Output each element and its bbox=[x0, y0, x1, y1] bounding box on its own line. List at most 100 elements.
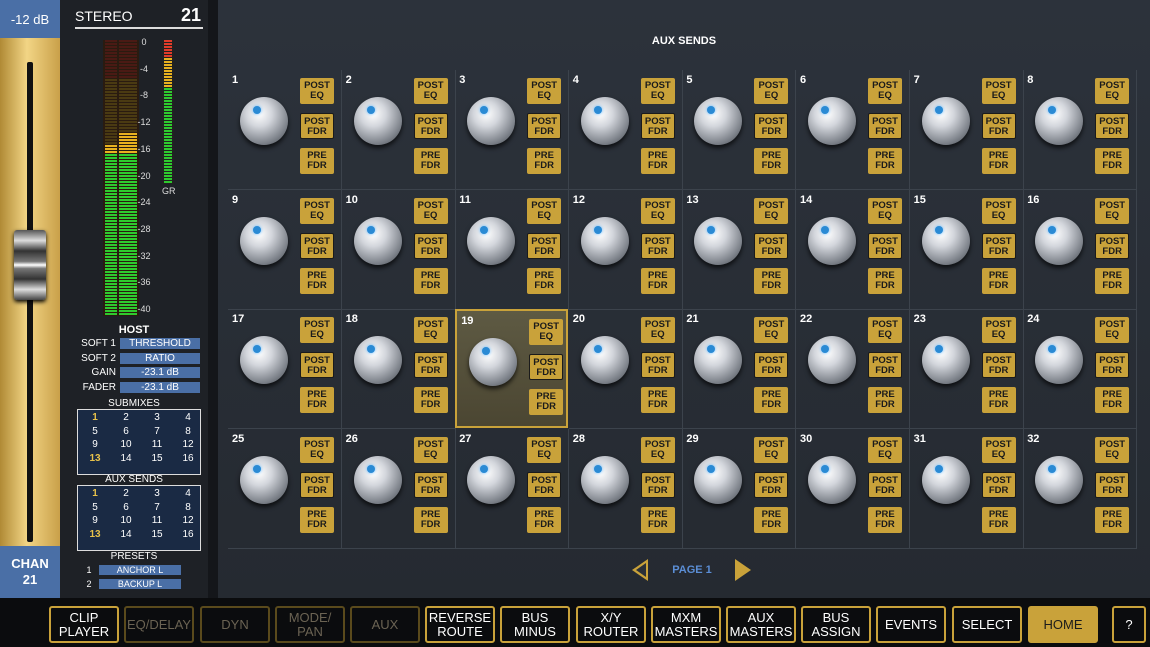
send-mode-button[interactable]: POST FDR bbox=[754, 352, 789, 378]
send-mode-button[interactable]: POST EQ bbox=[868, 317, 902, 343]
aux-send-cell[interactable]: 16 POST EQ POST FDR PRE FDR bbox=[1023, 189, 1138, 310]
send-mode-button[interactable]: POST EQ bbox=[1095, 436, 1130, 463]
nav-button[interactable]: BUS MINUS bbox=[500, 606, 570, 643]
send-mode-button[interactable]: POST FDR bbox=[1095, 232, 1130, 259]
grid-cell-11[interactable]: 11 bbox=[142, 439, 172, 452]
nav-button[interactable]: AUX MASTERS bbox=[726, 606, 796, 643]
send-mode-button[interactable]: POST FDR bbox=[754, 232, 789, 259]
preset-row[interactable]: 1 ANCHOR L bbox=[84, 565, 184, 577]
grid-cell-5[interactable]: 5 bbox=[80, 502, 110, 515]
send-mode-button[interactable]: PRE FDR bbox=[640, 148, 675, 174]
nav-button[interactable]: MODE/PAN bbox=[275, 606, 345, 643]
send-level-knob[interactable] bbox=[921, 455, 970, 504]
grid-cell-9[interactable]: 9 bbox=[80, 515, 110, 528]
send-mode-button[interactable]: POST EQ bbox=[981, 436, 1016, 463]
aux-send-cell[interactable]: 9 POST EQ POST FDR PRE FDR bbox=[228, 189, 342, 310]
send-mode-button[interactable]: POST EQ bbox=[640, 197, 675, 224]
grid-cell-12[interactable]: 12 bbox=[173, 439, 203, 452]
send-mode-button[interactable]: POST FDR bbox=[981, 471, 1016, 498]
send-mode-button[interactable]: POST FDR bbox=[640, 113, 675, 139]
send-mode-button[interactable]: PRE FDR bbox=[868, 387, 902, 413]
send-mode-button[interactable]: POST FDR bbox=[981, 352, 1016, 378]
send-mode-button[interactable]: PRE FDR bbox=[527, 148, 562, 174]
aux-send-cell[interactable]: 31 POST EQ POST FDR PRE FDR bbox=[909, 428, 1024, 549]
nav-button[interactable]: ? bbox=[1112, 606, 1146, 643]
send-mode-button[interactable]: POST FDR bbox=[1095, 352, 1130, 378]
send-mode-button[interactable]: POST FDR bbox=[527, 113, 562, 139]
grid-cell-9[interactable]: 9 bbox=[80, 439, 110, 452]
send-level-knob[interactable] bbox=[467, 97, 516, 145]
grid-cell-7[interactable]: 7 bbox=[142, 426, 172, 439]
grid-cell-10[interactable]: 10 bbox=[111, 439, 141, 452]
aux-send-cell[interactable]: 17 POST EQ POST FDR PRE FDR bbox=[228, 309, 342, 429]
send-mode-button[interactable]: POST EQ bbox=[868, 436, 902, 463]
aux-send-cell[interactable]: 13 POST EQ POST FDR PRE FDR bbox=[682, 189, 797, 310]
nav-button[interactable]: AUX bbox=[350, 606, 420, 643]
grid-cell-4[interactable]: 4 bbox=[173, 488, 203, 501]
send-mode-button[interactable]: POST FDR bbox=[527, 232, 562, 259]
aux-send-cell[interactable]: 23 POST EQ POST FDR PRE FDR bbox=[909, 309, 1024, 429]
grid-cell-6[interactable]: 6 bbox=[111, 502, 141, 515]
send-mode-button[interactable]: PRE FDR bbox=[527, 267, 562, 294]
nav-button[interactable]: SELECT bbox=[952, 606, 1022, 643]
send-mode-button[interactable]: POST EQ bbox=[300, 197, 334, 224]
send-mode-button[interactable]: POST FDR bbox=[413, 113, 448, 139]
send-mode-button[interactable]: PRE FDR bbox=[754, 387, 789, 413]
grid-cell-16[interactable]: 16 bbox=[173, 529, 203, 542]
aux-send-cell[interactable]: 22 POST EQ POST FDR PRE FDR bbox=[796, 309, 910, 429]
send-mode-button[interactable]: POST EQ bbox=[640, 317, 675, 343]
send-mode-button[interactable]: POST FDR bbox=[754, 471, 789, 498]
aux-send-cell[interactable]: 18 POST EQ POST FDR PRE FDR bbox=[341, 309, 456, 429]
send-mode-button[interactable]: POST EQ bbox=[300, 436, 334, 463]
aux-send-cell[interactable]: 8 POST EQ POST FDR PRE FDR bbox=[1023, 70, 1138, 190]
send-mode-button[interactable]: POST FDR bbox=[527, 471, 562, 498]
send-level-knob[interactable] bbox=[240, 455, 288, 504]
send-mode-button[interactable]: POST FDR bbox=[754, 113, 789, 139]
aux-send-cell[interactable]: 19 POST EQ POST FDR PRE FDR bbox=[455, 309, 569, 428]
send-mode-button[interactable]: POST EQ bbox=[527, 197, 562, 224]
send-mode-button[interactable]: PRE FDR bbox=[981, 506, 1016, 533]
send-level-knob[interactable] bbox=[694, 455, 743, 504]
send-mode-button[interactable]: POST EQ bbox=[413, 436, 448, 463]
grid-cell-2[interactable]: 2 bbox=[111, 488, 141, 501]
aux-send-cell[interactable]: 5 POST EQ POST FDR PRE FDR bbox=[682, 70, 797, 190]
aux-send-cell[interactable]: 11 POST EQ POST FDR PRE FDR bbox=[455, 189, 570, 310]
grid-cell-15[interactable]: 15 bbox=[142, 453, 172, 466]
send-mode-button[interactable]: PRE FDR bbox=[300, 506, 334, 533]
grid-cell-14[interactable]: 14 bbox=[111, 453, 141, 466]
send-mode-button[interactable]: POST FDR bbox=[868, 352, 902, 378]
send-mode-button[interactable]: PRE FDR bbox=[1095, 387, 1130, 413]
send-mode-button[interactable]: POST FDR bbox=[529, 354, 564, 380]
send-mode-button[interactable]: POST FDR bbox=[981, 232, 1016, 259]
send-level-knob[interactable] bbox=[580, 97, 629, 145]
send-mode-button[interactable]: POST EQ bbox=[413, 317, 448, 343]
send-level-knob[interactable] bbox=[1035, 336, 1084, 384]
send-mode-button[interactable]: PRE FDR bbox=[981, 267, 1016, 294]
nav-button[interactable]: EVENTS bbox=[876, 606, 946, 643]
send-level-knob[interactable] bbox=[694, 336, 743, 384]
aux-send-cell[interactable]: 6 POST EQ POST FDR PRE FDR bbox=[796, 70, 910, 190]
grid-cell-12[interactable]: 12 bbox=[173, 515, 203, 528]
grid-cell-1[interactable]: 1 bbox=[80, 412, 110, 425]
send-level-knob[interactable] bbox=[1035, 97, 1084, 145]
send-mode-button[interactable]: POST FDR bbox=[868, 232, 902, 259]
send-level-knob[interactable] bbox=[694, 97, 743, 145]
send-level-knob[interactable] bbox=[240, 336, 288, 384]
aux-send-cell[interactable]: 7 POST EQ POST FDR PRE FDR bbox=[909, 70, 1024, 190]
send-mode-button[interactable]: POST EQ bbox=[1095, 317, 1130, 343]
aux-send-cell[interactable]: 4 POST EQ POST FDR PRE FDR bbox=[568, 70, 683, 190]
send-mode-button[interactable]: POST FDR bbox=[1095, 471, 1130, 498]
send-mode-button[interactable]: POST FDR bbox=[868, 471, 902, 498]
send-mode-button[interactable]: POST EQ bbox=[413, 197, 448, 224]
send-level-knob[interactable] bbox=[921, 336, 970, 384]
nav-button[interactable]: DYN bbox=[200, 606, 270, 643]
send-level-knob[interactable] bbox=[467, 455, 516, 504]
send-mode-button[interactable]: PRE FDR bbox=[413, 267, 448, 294]
send-level-knob[interactable] bbox=[580, 216, 629, 265]
preset-row[interactable]: 2 BACKUP L bbox=[84, 579, 184, 591]
nav-button[interactable]: CLIP PLAYER bbox=[49, 606, 119, 643]
aux-sends-grid[interactable]: 1 2 3 4 5 6 7 8 9 10 11 12 13 14 15 16 bbox=[77, 485, 201, 551]
send-mode-button[interactable]: POST EQ bbox=[981, 78, 1016, 104]
grid-cell-16[interactable]: 16 bbox=[173, 453, 203, 466]
grid-cell-8[interactable]: 8 bbox=[173, 502, 203, 515]
